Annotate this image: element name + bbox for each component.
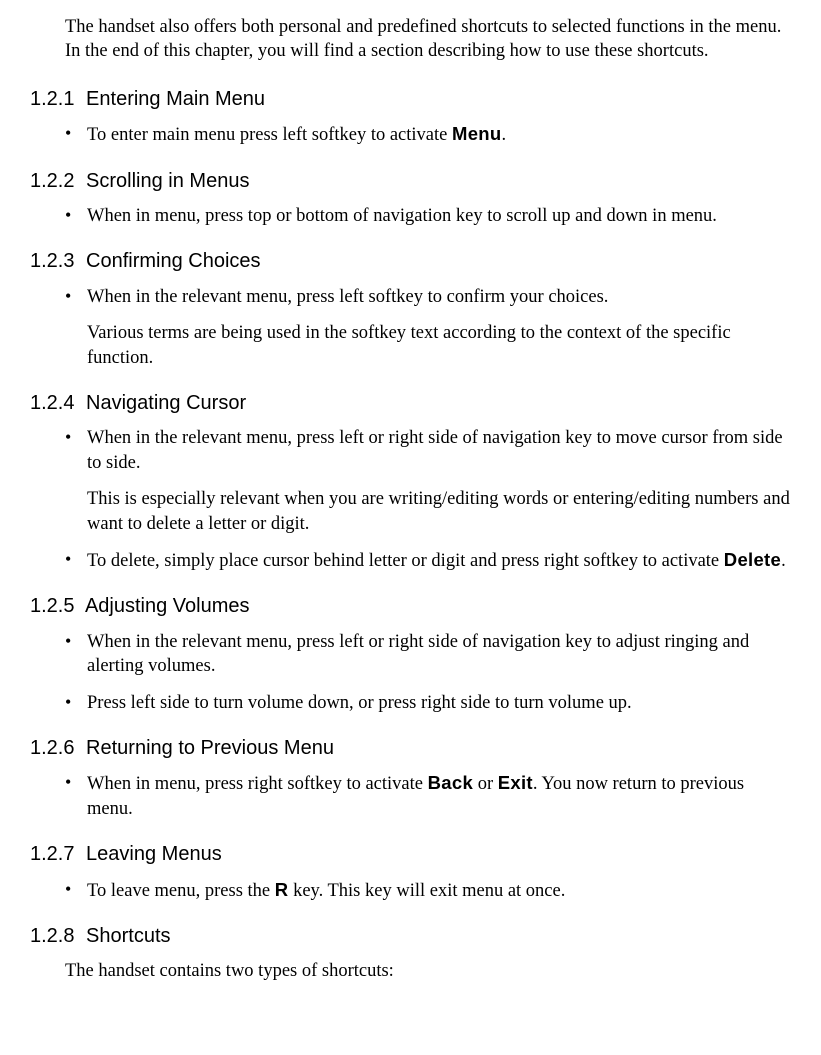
list-item: When in menu, press top or bottom of nav… (65, 204, 791, 228)
bullet-list: When in the relevant menu, press left or… (65, 630, 791, 715)
list-item: Press left side to turn volume down, or … (65, 691, 791, 715)
section-confirming-choices: 1.2.3 Confirming Choices When in the rel… (30, 248, 791, 370)
section-number: 1.2.3 (30, 248, 74, 274)
section-heading: 1.2.3 Confirming Choices (30, 248, 791, 274)
section-number: 1.2.8 (30, 923, 74, 949)
section-title: Leaving Menus (86, 843, 222, 865)
list-item: To enter main menu press left softkey to… (65, 122, 791, 147)
section-adjusting-volumes: 1.2.5 Adjusting Volumes When in the rele… (30, 593, 791, 715)
paragraph: The handset contains two types of shortc… (65, 959, 791, 983)
text-run: or (473, 774, 498, 794)
softkey-label: Delete (724, 549, 781, 570)
section-heading: 1.2.7 Leaving Menus (30, 841, 791, 867)
intro-paragraph: The handset also offers both personal an… (65, 15, 791, 64)
section-shortcuts: 1.2.8 Shortcuts The handset contains two… (30, 923, 791, 984)
list-item: When in menu, press right softkey to act… (65, 771, 791, 821)
section-navigating-cursor: 1.2.4 Navigating Cursor When in the rele… (30, 390, 791, 573)
section-title: Returning to Previous Menu (86, 737, 334, 759)
bullet-list: When in menu, press top or bottom of nav… (65, 204, 791, 228)
list-item: When in the relevant menu, press left so… (65, 285, 791, 309)
section-heading: 1.2.6 Returning to Previous Menu (30, 735, 791, 761)
paragraph: This is especially relevant when you are… (87, 487, 791, 536)
key-label: R (275, 879, 289, 900)
text-run: When in menu, press right softkey to act… (87, 774, 428, 794)
section-title: Scrolling in Menus (86, 170, 249, 192)
paragraph: Various terms are being used in the soft… (87, 321, 791, 370)
section-number: 1.2.1 (30, 86, 74, 112)
section-number: 1.2.2 (30, 168, 74, 194)
section-heading: 1.2.5 Adjusting Volumes (30, 593, 791, 619)
bullet-list: When in the relevant menu, press left so… (65, 285, 791, 309)
text-run: . (502, 125, 507, 145)
text-run: key. This key will exit menu at once. (288, 881, 565, 901)
text-run: To leave menu, press the (87, 881, 275, 901)
list-item: When in the relevant menu, press left or… (65, 426, 791, 475)
text-run: . (781, 551, 786, 571)
section-number: 1.2.4 (30, 390, 74, 416)
section-heading: 1.2.1 Entering Main Menu (30, 86, 791, 112)
section-entering-main-menu: 1.2.1 Entering Main Menu To enter main m… (30, 86, 791, 148)
bullet-list: To enter main menu press left softkey to… (65, 122, 791, 147)
section-title: Adjusting Volumes (85, 595, 250, 617)
section-scrolling-in-menus: 1.2.2 Scrolling in Menus When in menu, p… (30, 168, 791, 229)
list-item: To delete, simply place cursor behind le… (65, 548, 791, 573)
section-heading: 1.2.2 Scrolling in Menus (30, 168, 791, 194)
text-run: To delete, simply place cursor behind le… (87, 551, 724, 571)
bullet-list: When in the relevant menu, press left or… (65, 426, 791, 475)
section-returning-to-previous-menu: 1.2.6 Returning to Previous Menu When in… (30, 735, 791, 821)
bullet-list: When in menu, press right softkey to act… (65, 771, 791, 821)
section-heading: 1.2.4 Navigating Cursor (30, 390, 791, 416)
section-number: 1.2.5 (30, 593, 74, 619)
list-item: To leave menu, press the R key. This key… (65, 878, 791, 903)
section-title: Entering Main Menu (86, 88, 265, 110)
bullet-list: To delete, simply place cursor behind le… (65, 548, 791, 573)
section-title: Navigating Cursor (86, 392, 246, 414)
section-heading: 1.2.8 Shortcuts (30, 923, 791, 949)
section-leaving-menus: 1.2.7 Leaving Menus To leave menu, press… (30, 841, 791, 903)
section-number: 1.2.6 (30, 735, 74, 761)
text-run: To enter main menu press left softkey to… (87, 125, 452, 145)
softkey-label: Exit (498, 772, 533, 793)
section-title: Shortcuts (86, 925, 170, 947)
section-number: 1.2.7 (30, 841, 74, 867)
bullet-list: To leave menu, press the R key. This key… (65, 878, 791, 903)
softkey-label: Menu (452, 123, 502, 144)
softkey-label: Back (428, 772, 473, 793)
section-title: Confirming Choices (86, 250, 261, 272)
list-item: When in the relevant menu, press left or… (65, 630, 791, 679)
